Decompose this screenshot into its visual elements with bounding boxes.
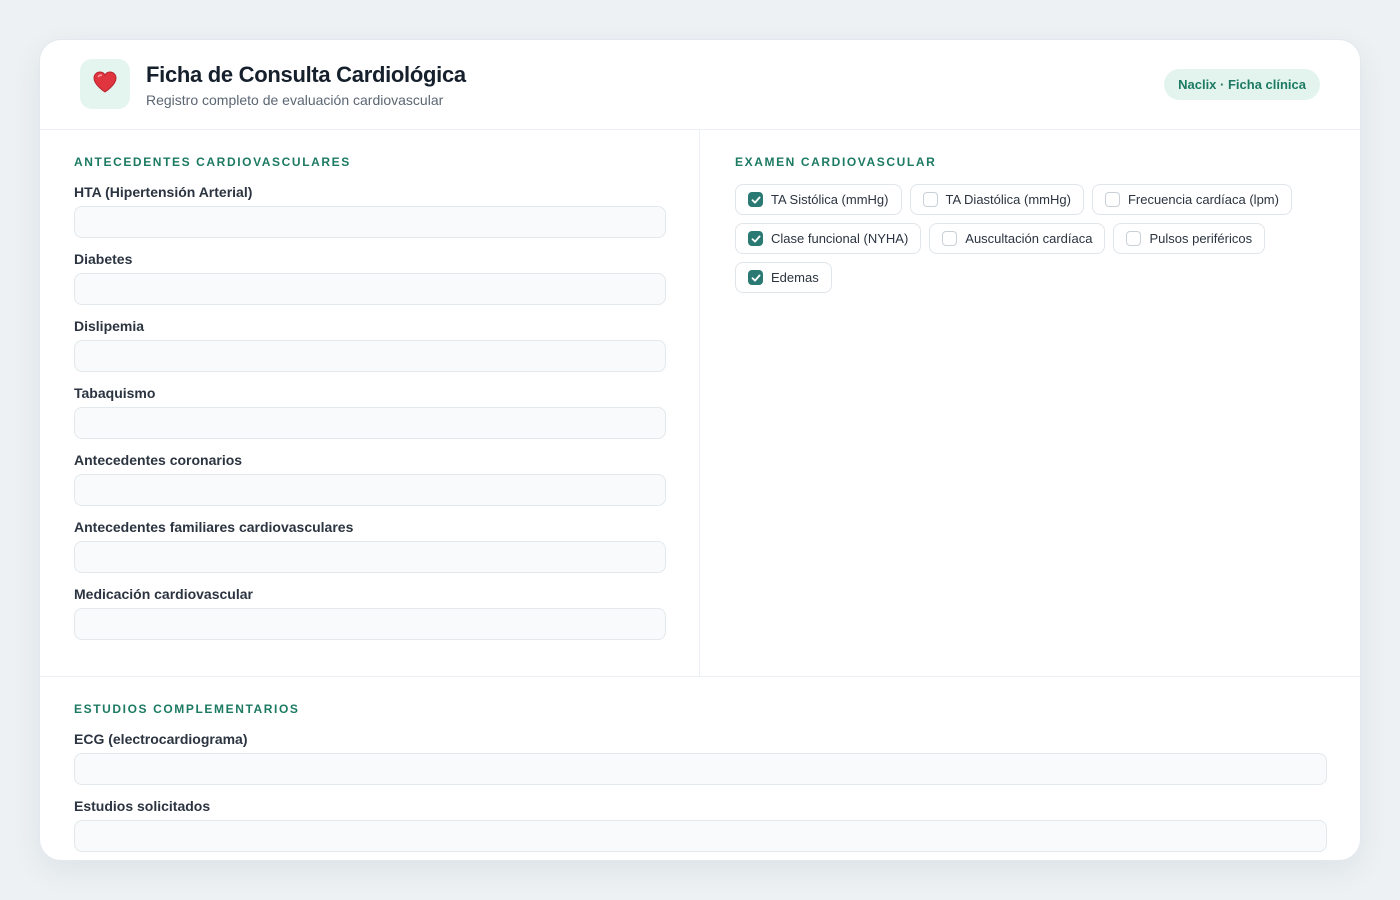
ecg-label: ECG (electrocardiograma) [74, 731, 248, 747]
examen-options: TA Sistólica (mmHg) TA Diastólica (mmHg)… [735, 184, 1335, 293]
medicacion-input[interactable] [74, 608, 666, 640]
familiares-label: Antecedentes familiares cardiovasculares [74, 519, 354, 535]
tabaquismo-label: Tabaquismo [74, 385, 156, 401]
estudios-title: Estudios Complementarios [74, 702, 300, 716]
header: Ficha de Consulta Cardiológica Registro … [40, 40, 1360, 130]
option-label: Frecuencia cardíaca (lpm) [1127, 192, 1279, 207]
tabaquismo-input[interactable] [74, 407, 666, 439]
option-label: Auscultación cardíaca [965, 231, 1093, 246]
option-pulsos-perifericos[interactable]: Pulsos periféricos [1113, 223, 1266, 254]
coronarios-input[interactable] [74, 474, 666, 506]
familiares-input[interactable] [74, 541, 666, 573]
diabetes-input[interactable] [74, 273, 666, 305]
checkbox-icon[interactable] [748, 270, 763, 285]
option-label: Edemas [771, 270, 819, 285]
option-ta-diastolica[interactable]: TA Diastólica (mmHg) [909, 184, 1084, 215]
page-title: Ficha de Consulta Cardiológica [146, 62, 466, 87]
antecedentes-section: Antecedentes Cardiovasculares HTA (Hiper… [40, 130, 700, 677]
examen-title: Examen Cardiovascular [735, 155, 937, 169]
logo [80, 59, 130, 109]
antecedentes-title: Antecedentes Cardiovasculares [74, 155, 351, 169]
checkbox-icon[interactable] [748, 192, 763, 207]
checkbox-icon[interactable] [1104, 192, 1120, 207]
dislipemia-label: Dislipemia [74, 318, 145, 334]
checkbox-icon[interactable] [1126, 231, 1142, 246]
diabetes-label: Diabetes [74, 251, 133, 267]
checkbox-icon[interactable] [748, 231, 763, 246]
page-subtitle: Registro completo de evaluación cardiova… [146, 92, 444, 108]
form-card: Ficha de Consulta Cardiológica Registro … [39, 39, 1361, 861]
estudios-solicitados-input[interactable] [74, 820, 1327, 852]
checkbox-icon[interactable] [942, 231, 958, 246]
option-ta-sistolica[interactable]: TA Sistólica (mmHg) [735, 184, 902, 215]
ecg-input[interactable] [74, 753, 1327, 785]
option-edemas[interactable]: Edemas [735, 262, 832, 293]
estudios-section: Estudios Complementarios ECG (electrocar… [40, 677, 1360, 860]
option-label: Clase funcional (NYHA) [771, 231, 909, 246]
estudios-solicitados-label: Estudios solicitados [74, 798, 211, 814]
option-label: Pulsos periféricos [1149, 231, 1253, 246]
option-auscultacion[interactable]: Auscultación cardíaca [929, 223, 1106, 254]
option-clase-funcional[interactable]: Clase funcional (NYHA) [735, 223, 922, 254]
option-label: TA Diastólica (mmHg) [945, 192, 1071, 207]
option-label: TA Sistólica (mmHg) [771, 192, 889, 207]
option-frecuencia-cardiaca[interactable]: Frecuencia cardíaca (lpm) [1091, 184, 1292, 215]
brand-badge: Naclix · Ficha clínica [1164, 69, 1320, 100]
top-section: Antecedentes Cardiovasculares HTA (Hiper… [40, 130, 1360, 677]
coronarios-label: Antecedentes coronarios [74, 452, 243, 468]
examen-section: Examen Cardiovascular TA Sistólica (mmHg… [701, 130, 1360, 677]
checkbox-icon[interactable] [922, 192, 938, 207]
hta-input[interactable] [74, 206, 666, 238]
hta-label: HTA (Hipertensión Arterial) [74, 184, 253, 200]
medicacion-label: Medicación cardiovascular [74, 586, 253, 602]
dislipemia-input[interactable] [74, 340, 666, 372]
heart-icon [92, 70, 118, 99]
